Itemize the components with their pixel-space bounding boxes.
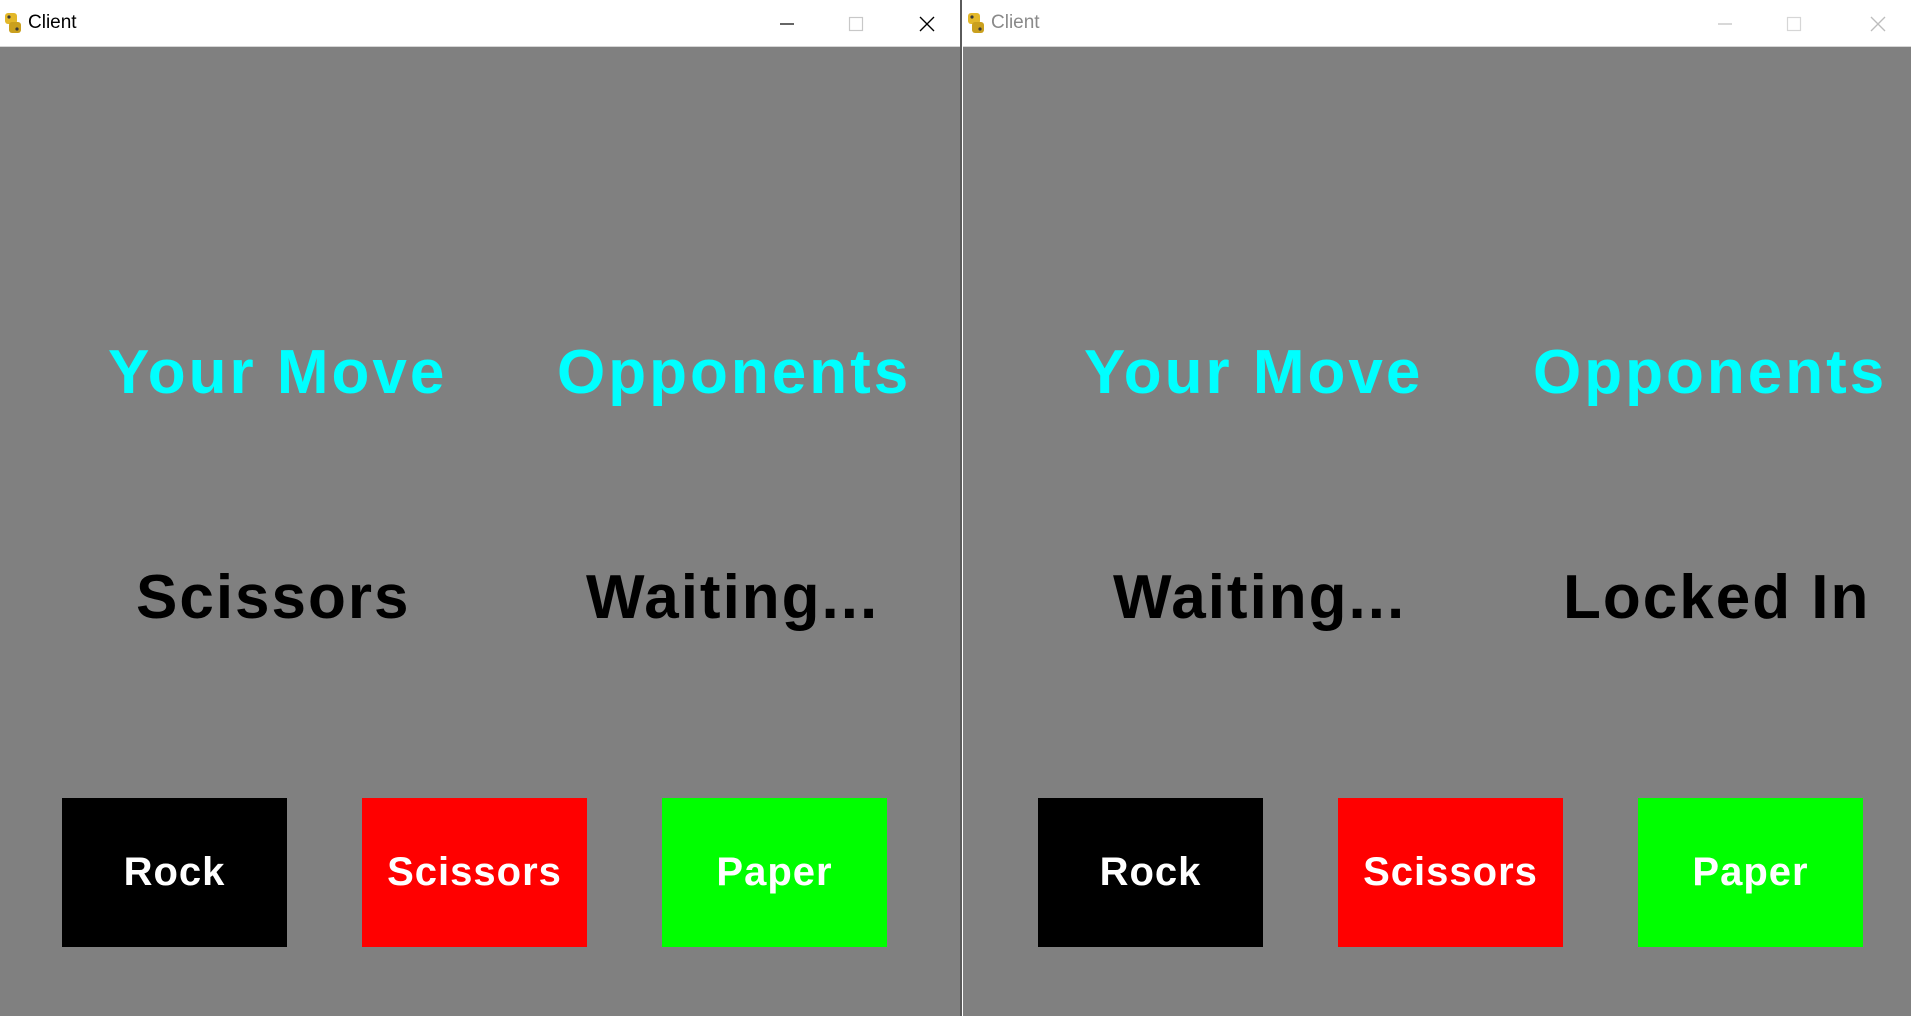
rock-button[interactable]: Rock — [1038, 798, 1263, 947]
opponents-heading: Opponents — [557, 338, 912, 407]
paper-button[interactable]: Paper — [1638, 798, 1863, 947]
maximize-button[interactable] — [1759, 0, 1829, 47]
minimize-button[interactable] — [1690, 0, 1760, 47]
minimize-button[interactable] — [752, 0, 822, 47]
maximize-icon — [1786, 16, 1802, 31]
close-button[interactable] — [1843, 0, 1911, 47]
opponents-heading: Opponents — [1533, 338, 1888, 407]
opponent-status: Locked In — [1563, 563, 1871, 632]
close-icon — [919, 16, 935, 31]
close-icon — [1870, 16, 1886, 31]
your-move-heading: Your Move — [1084, 338, 1424, 407]
scissors-button[interactable]: Scissors — [1338, 798, 1563, 947]
your-move-heading: Your Move — [108, 338, 448, 407]
window-title: Client — [991, 12, 1040, 33]
window-title: Client — [28, 12, 77, 33]
maximize-button[interactable] — [821, 0, 891, 47]
your-move-status: Waiting... — [1113, 563, 1407, 632]
minimize-icon — [780, 22, 794, 25]
desktop: Client Your Move Opponents Scissors Wait… — [0, 0, 1911, 1016]
opponent-status: Waiting... — [586, 563, 880, 632]
client-window-1: Client Your Move Opponents Scissors Wait… — [0, 0, 962, 1016]
paper-button[interactable]: Paper — [662, 798, 887, 947]
scissors-button[interactable]: Scissors — [362, 798, 587, 947]
minimize-icon — [1718, 22, 1732, 25]
maximize-icon — [848, 16, 864, 31]
python-app-icon — [965, 11, 987, 35]
title-bar[interactable]: Client — [0, 0, 960, 47]
title-bar[interactable]: Client — [963, 0, 1911, 47]
your-move-status: Scissors — [136, 563, 411, 632]
client-window-2: Client Your Move Opponents Waiting... Lo… — [963, 0, 1911, 1016]
python-app-icon — [2, 11, 24, 35]
rock-button[interactable]: Rock — [62, 798, 287, 947]
close-button[interactable] — [892, 0, 960, 47]
